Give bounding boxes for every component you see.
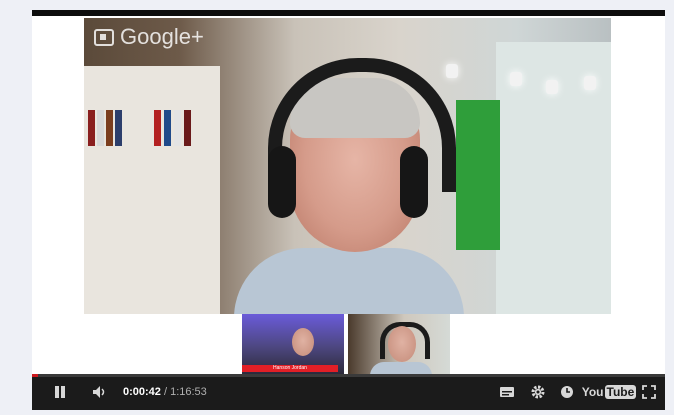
hangout-camera-icon (94, 28, 114, 46)
main-video-feed[interactable]: Google+ (84, 18, 611, 314)
time-separator: / (160, 386, 171, 398)
player-controls: 0:00:42 / 1:16:53 You Tube (32, 374, 665, 410)
player-top-border (32, 10, 665, 16)
bookshelf (84, 66, 220, 314)
track-light (510, 72, 522, 86)
page-text-below-player (32, 410, 665, 415)
speaker (234, 58, 464, 314)
track-light (546, 80, 558, 94)
participant-thumbnails: Hanson Jordan (242, 314, 450, 374)
youtube-logo-you: You (581, 385, 604, 399)
participant-thumbnail[interactable] (348, 314, 450, 374)
clock-icon (561, 386, 573, 398)
track-light (584, 76, 596, 90)
gear-icon (531, 385, 545, 399)
google-plus-watermark: Google+ (94, 24, 204, 50)
volume-button[interactable] (90, 382, 110, 402)
duration: 1:16:53 (170, 386, 207, 398)
video-player[interactable]: Google+ Hanson Jordan 0:00:42 / 1:16:53 … (32, 10, 665, 410)
fullscreen-button[interactable] (640, 382, 658, 402)
participant-thumbnail[interactable]: Hanson Jordan (242, 314, 344, 374)
pause-button[interactable] (50, 382, 70, 402)
youtube-logo-tube: Tube (604, 385, 637, 399)
fullscreen-icon (642, 385, 656, 399)
progress-played (32, 374, 38, 377)
captions-icon (500, 387, 514, 397)
settings-button[interactable] (528, 382, 548, 402)
current-time: 0:00:42 (123, 386, 161, 398)
captions-button[interactable] (498, 382, 516, 402)
youtube-logo-button[interactable]: You Tube (582, 382, 637, 402)
participant-name-tag: Hanson Jordan (242, 365, 338, 372)
watch-later-button[interactable] (558, 382, 576, 402)
progress-bar[interactable] (32, 374, 665, 377)
pause-icon (55, 386, 65, 398)
google-plus-label: Google+ (120, 24, 204, 49)
speaker-icon (93, 386, 105, 398)
time-display: 0:00:42 / 1:16:53 (123, 386, 207, 399)
